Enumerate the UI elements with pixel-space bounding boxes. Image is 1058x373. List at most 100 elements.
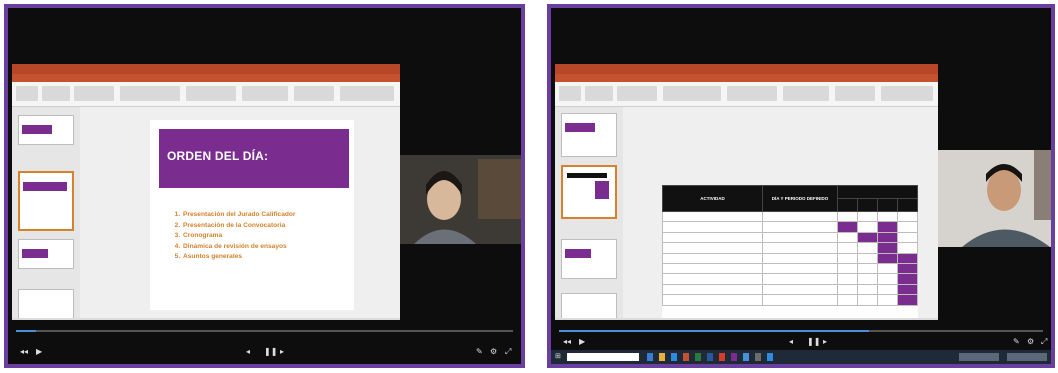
app-icon[interactable] <box>731 353 737 361</box>
next-icon[interactable]: ▸ <box>280 348 284 356</box>
week-header <box>857 198 878 212</box>
week-cell <box>837 252 858 264</box>
week-cell <box>837 262 858 275</box>
week-cell-active <box>857 231 878 244</box>
progress-fill <box>559 330 869 332</box>
week-cell-active <box>897 273 918 285</box>
settings-icon[interactable]: ⚙ <box>1027 338 1034 346</box>
ribbon-toolbar[interactable] <box>12 82 400 107</box>
play-icon[interactable]: ▶ <box>36 348 42 356</box>
activity-cell <box>662 242 763 254</box>
activity-cell <box>662 262 763 275</box>
slide-thumbnail[interactable] <box>561 239 617 279</box>
activity-cell <box>662 210 763 223</box>
agenda-item: Presentación del Jurado Calificador <box>182 210 362 221</box>
taskbar-search-input[interactable] <box>567 353 639 361</box>
edit-icon[interactable]: ✎ <box>476 348 483 356</box>
powerpoint-title-bar <box>12 64 400 74</box>
table-row <box>662 283 918 296</box>
meeting-recording-window-right: ACTIVIDAD DÍA Y PERIODO DEFINIDO ◂◂ ▶ ◂ … <box>547 4 1055 368</box>
week-cell-active <box>897 252 918 264</box>
video-player-controls: ◂◂ ▶ ◂ ❚❚ ▸ ✎ ⚙ ⤢ <box>8 320 521 364</box>
activity-cell <box>662 231 763 244</box>
powerpoint-title-bar <box>555 64 938 74</box>
progress-fill <box>16 330 36 332</box>
app-icon[interactable] <box>767 353 773 361</box>
period-cell <box>762 242 838 254</box>
browser-icon[interactable] <box>671 353 677 361</box>
skip-back-icon[interactable]: ◂◂ <box>20 348 28 356</box>
ribbon-tabs[interactable] <box>555 74 938 82</box>
week-cell <box>877 210 898 223</box>
windows-start-icon[interactable]: ⊞ <box>555 353 561 361</box>
excel-icon[interactable] <box>695 353 701 361</box>
slide-title: ORDEN DEL DÍA: <box>167 149 269 163</box>
week-cell <box>857 252 878 264</box>
week-cell <box>877 283 898 296</box>
windows-taskbar: ⊞ <box>551 350 1051 364</box>
week-cell <box>837 273 858 285</box>
file-explorer-icon[interactable] <box>659 353 665 361</box>
slide-thumbnail-selected[interactable] <box>18 171 74 231</box>
week-header <box>837 198 858 212</box>
week-cell <box>837 283 858 296</box>
settings-icon[interactable]: ⚙ <box>490 348 497 356</box>
month-header <box>837 185 918 199</box>
column-header: ACTIVIDAD <box>662 185 763 212</box>
play-icon[interactable]: ▶ <box>579 338 585 346</box>
table-row <box>662 242 918 254</box>
taskbar-clock[interactable] <box>1007 353 1047 361</box>
system-tray[interactable] <box>959 353 999 361</box>
week-cell-active <box>877 242 898 254</box>
skip-back-icon[interactable]: ◂◂ <box>563 338 571 346</box>
week-cell <box>877 273 898 285</box>
slide-canvas: ORDEN DEL DÍA: Presentación del Jurado C… <box>150 120 354 310</box>
ribbon-toolbar[interactable] <box>555 82 938 107</box>
slide-thumbnail[interactable] <box>561 113 617 157</box>
powerpoint-window: ORDEN DEL DÍA: Presentación del Jurado C… <box>12 64 400 326</box>
slide-thumbnail[interactable] <box>18 115 74 145</box>
period-cell <box>762 262 838 275</box>
progress-bar[interactable] <box>559 330 1043 332</box>
powerpoint-window: ACTIVIDAD DÍA Y PERIODO DEFINIDO <box>555 64 938 349</box>
powerpoint-icon[interactable] <box>683 353 689 361</box>
activity-cell <box>662 283 763 296</box>
previous-icon[interactable]: ◂ <box>246 348 250 356</box>
previous-icon[interactable]: ◂ <box>789 338 793 346</box>
app-icon[interactable] <box>719 353 725 361</box>
slide-thumbnail[interactable] <box>18 239 74 269</box>
period-cell <box>762 283 838 296</box>
progress-bar[interactable] <box>16 330 513 332</box>
participant-video-tile[interactable] <box>938 150 1051 247</box>
slide-title-band: ORDEN DEL DÍA: <box>159 129 349 188</box>
participant-portrait <box>938 150 1051 247</box>
column-header: DÍA Y PERIODO DEFINIDO <box>762 185 838 212</box>
week-cell <box>837 210 858 223</box>
participant-video-tile[interactable] <box>400 155 521 244</box>
table-row <box>662 210 918 223</box>
fullscreen-icon[interactable]: ⤢ <box>505 348 511 356</box>
participant-portrait <box>400 155 521 244</box>
pause-icon[interactable]: ❚❚ <box>807 338 820 346</box>
app-icon[interactable] <box>755 353 761 361</box>
week-cell-active <box>837 221 858 233</box>
period-cell <box>762 210 838 223</box>
week-cell <box>837 231 858 244</box>
edit-icon[interactable]: ✎ <box>1013 338 1020 346</box>
slide-thumbnail-selected[interactable] <box>561 165 617 219</box>
pause-icon[interactable]: ❚❚ <box>264 348 277 356</box>
ribbon-tabs[interactable] <box>12 74 400 82</box>
agenda-item: Presentación de la Convocatoria <box>182 221 362 232</box>
week-header <box>877 198 898 212</box>
week-cell <box>857 262 878 275</box>
task-view-icon[interactable] <box>647 353 653 361</box>
slide-thumbnail[interactable] <box>18 289 74 319</box>
app-icon[interactable] <box>743 353 749 361</box>
slide-thumbnail-pane <box>12 107 80 319</box>
week-cell <box>857 294 878 306</box>
fullscreen-icon[interactable]: ⤢ <box>1041 338 1047 346</box>
week-cell <box>857 273 878 285</box>
word-icon[interactable] <box>707 353 713 361</box>
week-cell <box>857 242 878 254</box>
next-icon[interactable]: ▸ <box>823 338 827 346</box>
